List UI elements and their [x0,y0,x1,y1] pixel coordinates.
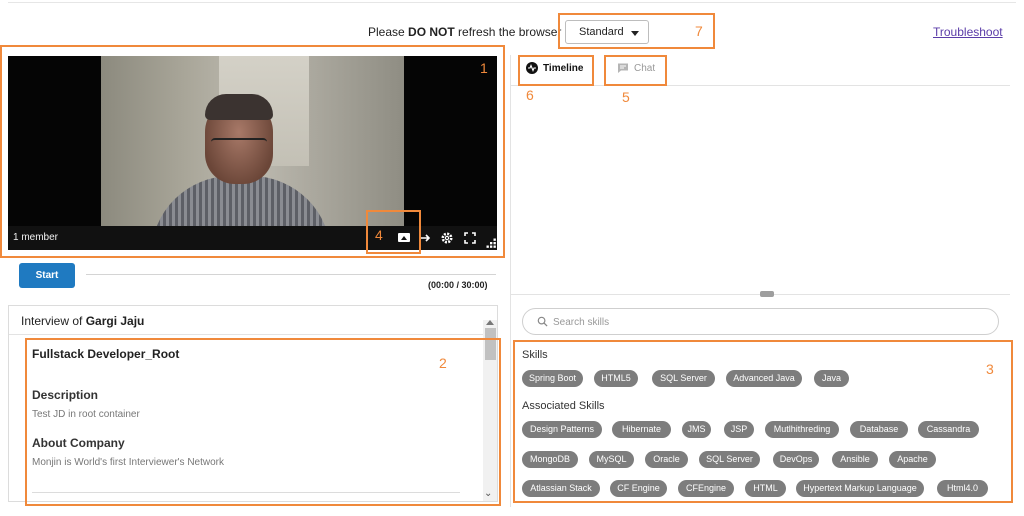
candidate-name: Gargi Jaju [85,314,145,328]
skills-search-box[interactable] [522,308,999,335]
top-divider [8,2,1016,3]
callout-box-timeline [518,55,594,86]
notice-suffix: refresh the browser [454,25,562,39]
callout-number-2: 2 [439,355,447,371]
interview-header: Interview of Gargi Jaju [9,306,497,335]
session-timer: (00:00 / 30:00) [428,280,488,290]
callout-number-6: 6 [526,87,534,103]
callout-number-1: 1 [480,60,488,76]
troubleshoot-link[interactable]: Troubleshoot [933,25,1003,39]
scroll-up-arrow-icon[interactable] [486,320,494,325]
notice-emphasis: DO NOT [408,25,455,39]
callout-number-3: 3 [986,361,994,377]
callout-number-7: 7 [695,23,703,39]
pane-resize-handle[interactable] [760,291,774,297]
start-interview-button[interactable]: Start [19,263,75,288]
callout-box-details [25,338,501,506]
callout-number-5: 5 [622,89,630,105]
interview-header-prefix: Interview of [21,314,86,328]
callout-box-skills [513,340,1013,503]
vertical-splitter [510,55,511,507]
callout-box-chat [604,55,667,86]
notice-prefix: Please [368,25,409,39]
session-progress-line [86,274,496,275]
callout-number-4: 4 [375,227,383,243]
search-icon [537,316,548,327]
skills-search-input[interactable] [553,314,983,330]
callout-box-video [0,45,505,258]
refresh-notice: Please DO NOT refresh the browser [368,25,561,39]
callout-box-quality [558,13,715,49]
